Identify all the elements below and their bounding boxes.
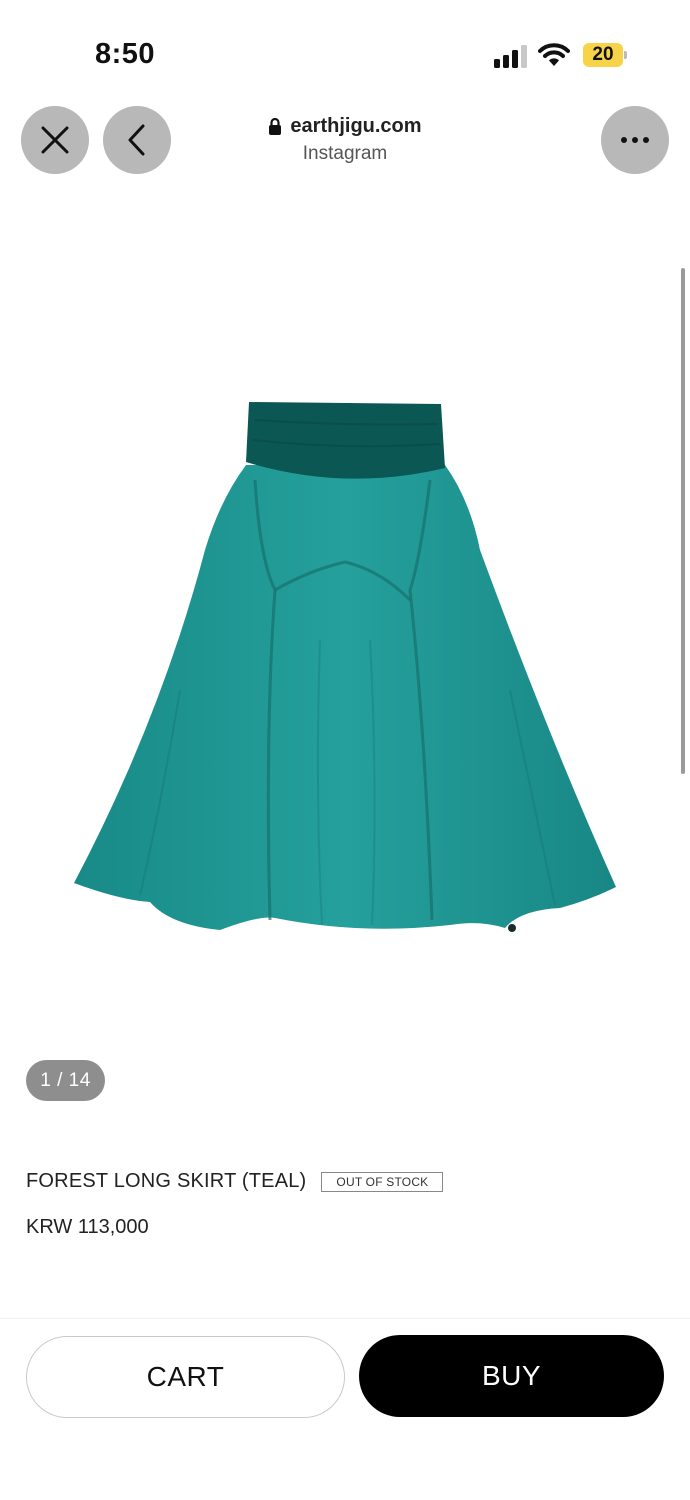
cart-button[interactable]: CART	[26, 1336, 345, 1418]
wifi-icon	[538, 42, 570, 68]
product-image[interactable]	[60, 390, 630, 950]
scrollbar[interactable]	[681, 268, 685, 774]
battery-level: 20	[583, 43, 623, 67]
back-icon	[128, 124, 145, 156]
lock-icon	[269, 117, 282, 135]
status-time: 8:50	[95, 38, 156, 70]
cellular-signal-icon	[494, 44, 528, 68]
url-source: Instagram	[302, 143, 388, 164]
battery-icon: 20	[583, 43, 627, 67]
more-button[interactable]	[601, 106, 669, 174]
product-name: FOREST LONG SKIRT (TEAL)	[26, 1170, 307, 1192]
url-domain: earthjigu.com	[290, 115, 422, 137]
more-icon	[621, 137, 649, 143]
buy-button[interactable]: BUY	[359, 1335, 664, 1417]
stock-status-badge: OUT OF STOCK	[321, 1171, 444, 1192]
back-button[interactable]	[103, 106, 171, 174]
close-button[interactable]	[21, 106, 89, 174]
close-icon	[41, 126, 69, 154]
address-bar[interactable]: earthjigu.com Instagram	[245, 115, 445, 165]
image-counter: 1 / 14	[26, 1060, 105, 1101]
product-price: KRW 113,000	[26, 1216, 149, 1238]
